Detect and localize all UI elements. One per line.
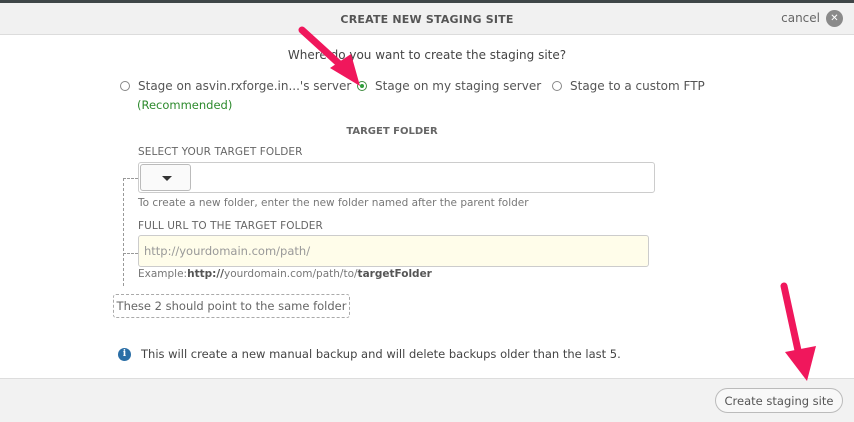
option-staging-server[interactable]: Stage on my staging server (357, 79, 541, 93)
target-url-input[interactable] (138, 235, 649, 267)
close-icon[interactable]: ✕ (826, 10, 843, 27)
folder-dropdown-button[interactable] (140, 164, 191, 191)
url-label: FULL URL TO THE TARGET FOLDER (138, 220, 323, 232)
annotation-bracket (123, 178, 124, 286)
target-folder-title: TARGET FOLDER (346, 126, 438, 137)
example-path: yourdomain.com/path/to/ (224, 268, 358, 280)
info-text: This will create a new manual backup and… (141, 347, 621, 361)
example-protocol: http:// (187, 268, 224, 280)
info-message: i This will create a new manual backup a… (118, 347, 621, 361)
create-staging-site-button[interactable]: Create staging site (715, 388, 843, 413)
target-folder-field[interactable] (138, 162, 655, 193)
option-source-server[interactable]: Stage on asvin.rxforge.in...'s server (120, 79, 351, 93)
modal-title: CREATE NEW STAGING SITE (340, 13, 514, 26)
example-prefix: Example: (138, 268, 188, 280)
new-folder-hint: To create a new folder, enter the new fo… (138, 197, 529, 209)
cancel-link[interactable]: cancel (781, 11, 820, 25)
annotation-note: These 2 should point to the same folder (113, 294, 350, 318)
radio-custom-ftp[interactable] (552, 81, 562, 91)
recommended-label: (Recommended) (137, 98, 233, 112)
select-folder-label: SELECT YOUR TARGET FOLDER (138, 146, 303, 158)
modal-footer: Create staging site (0, 378, 854, 422)
modal-header: CREATE NEW STAGING SITE cancel ✕ (0, 3, 854, 35)
example-folder: targetFolder (357, 268, 432, 280)
radio-source-server[interactable] (120, 81, 130, 91)
option-label: Stage to a custom FTP (570, 79, 705, 93)
option-custom-ftp[interactable]: Stage to a custom FTP (552, 79, 705, 93)
url-example: Example:http://yourdomain.com/path/to/ta… (138, 268, 432, 280)
option-label: Stage on asvin.rxforge.in...'s server (138, 79, 352, 93)
caret-down-icon (162, 176, 172, 181)
radio-staging-server[interactable] (357, 81, 367, 91)
option-label: Stage on my staging server (375, 79, 542, 93)
question-text: Where do you want to create the staging … (287, 48, 567, 62)
annotation-bracket-top (123, 178, 138, 179)
info-icon: i (118, 347, 131, 361)
annotation-bracket-mid (123, 253, 138, 254)
